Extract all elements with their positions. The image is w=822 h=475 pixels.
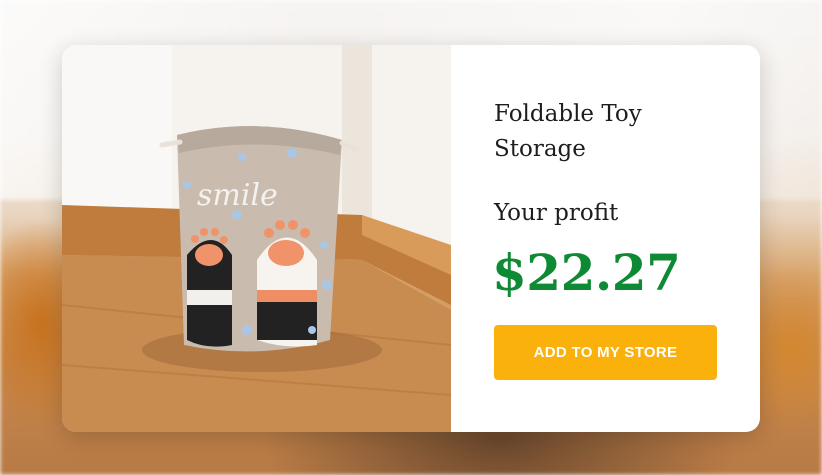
basket-smile-text: smile bbox=[197, 178, 278, 213]
product-details-panel: Foldable Toy Storage Your profit $22.27 … bbox=[451, 45, 760, 432]
product-title: Foldable Toy Storage bbox=[494, 101, 642, 162]
profit-label: Your profit bbox=[494, 200, 619, 226]
storage-basket-illustration: smile bbox=[62, 45, 451, 432]
product-image: smile bbox=[62, 45, 451, 432]
profit-amount: $22.27 bbox=[492, 243, 681, 302]
add-to-store-button[interactable]: ADD TO MY STORE bbox=[494, 325, 717, 380]
product-card: smile Foldable Toy Storage Your profit $… bbox=[62, 45, 760, 432]
